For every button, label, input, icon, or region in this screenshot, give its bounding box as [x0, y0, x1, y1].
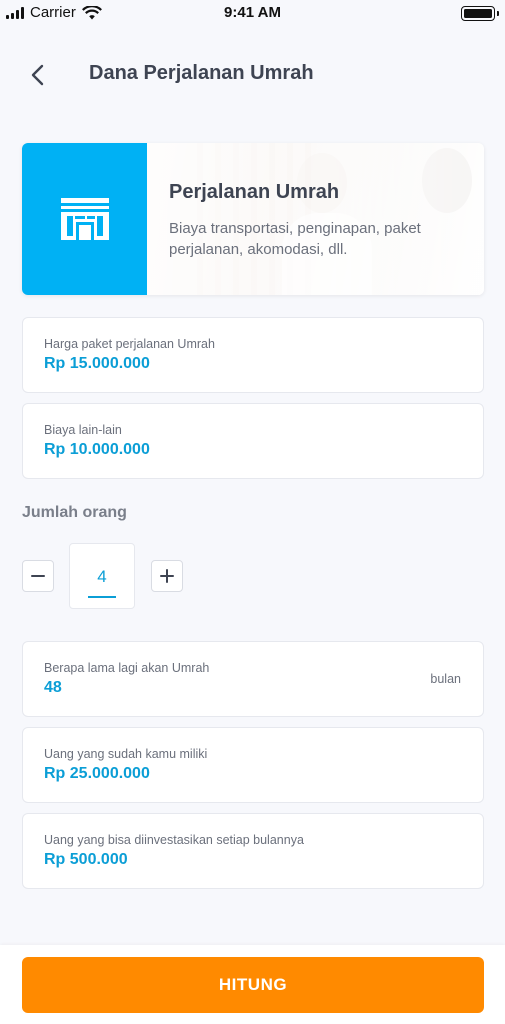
banner-text: Perjalanan Umrah Biaya transportasi, pen… [169, 181, 439, 260]
duration-unit: bulan [430, 672, 461, 686]
category-banner: Perjalanan Umrah Biaya transportasi, pen… [22, 143, 484, 295]
status-bar: Carrier 9:41 AM [0, 0, 505, 28]
other-costs-field[interactable]: Biaya lain-lain Rp 10.000.000 [22, 403, 484, 479]
duration-value[interactable]: 48 [44, 679, 62, 697]
status-time: 9:41 AM [224, 4, 281, 21]
other-costs-value[interactable]: Rp 10.000.000 [44, 441, 150, 459]
package-price-value[interactable]: Rp 15.000.000 [44, 355, 150, 373]
page-title: Dana Perjalanan Umrah [89, 62, 314, 84]
plus-icon [160, 569, 174, 583]
battery-icon [461, 6, 499, 21]
people-count-input[interactable]: 4 [69, 543, 135, 609]
input-underline [88, 596, 116, 598]
footer: HITUNG [0, 945, 505, 1024]
monthly-invest-field[interactable]: Uang yang bisa diinvestasikan setiap bul… [22, 813, 484, 889]
minus-icon [31, 575, 45, 577]
back-button[interactable] [24, 60, 54, 90]
calculate-button[interactable]: HITUNG [22, 957, 484, 1013]
package-price-label: Harga paket perjalanan Umrah [44, 337, 215, 351]
chevron-left-icon [31, 64, 44, 86]
banner-title: Perjalanan Umrah [169, 181, 340, 203]
duration-field[interactable]: Berapa lama lagi akan Umrah 48 bulan [22, 641, 484, 717]
package-price-field[interactable]: Harga paket perjalanan Umrah Rp 15.000.0… [22, 317, 484, 393]
duration-label: Berapa lama lagi akan Umrah [44, 661, 210, 675]
increment-button[interactable] [151, 560, 183, 592]
kaaba-icon [60, 198, 109, 240]
savings-label: Uang yang sudah kamu miliki [44, 747, 208, 761]
decrement-button[interactable] [22, 560, 54, 592]
header: Dana Perjalanan Umrah [0, 56, 505, 96]
monthly-invest-label: Uang yang bisa diinvestasikan setiap bul… [44, 833, 304, 847]
monthly-invest-value[interactable]: Rp 500.000 [44, 851, 128, 869]
banner-description: Biaya transportasi, penginapan, paket pe… [169, 220, 421, 258]
people-count-value[interactable]: 4 [70, 567, 134, 587]
banner-icon-box [22, 143, 147, 295]
savings-field[interactable]: Uang yang sudah kamu miliki Rp 25.000.00… [22, 727, 484, 803]
savings-value[interactable]: Rp 25.000.000 [44, 765, 150, 783]
other-costs-label: Biaya lain-lain [44, 423, 122, 437]
people-count-label: Jumlah orang [22, 504, 127, 521]
